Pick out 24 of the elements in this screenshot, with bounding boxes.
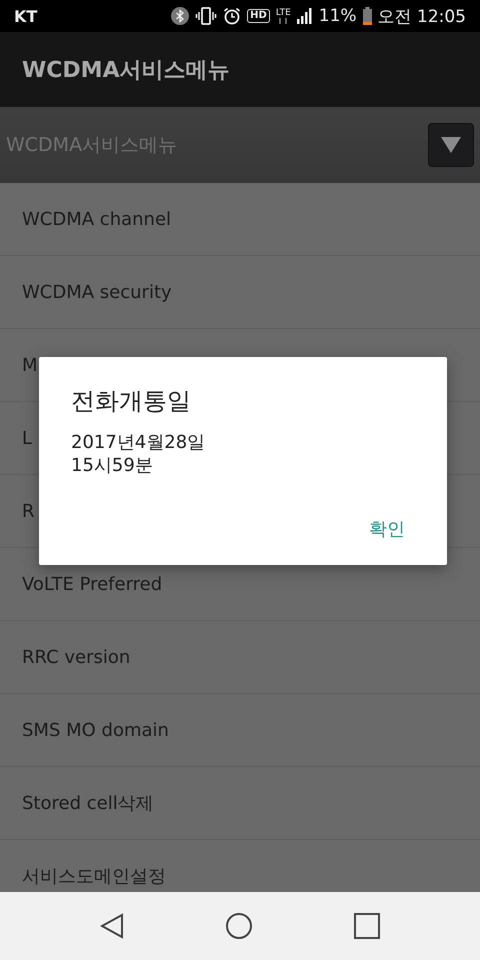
home-icon bbox=[224, 912, 253, 940]
battery-icon bbox=[362, 7, 372, 25]
bluetooth-icon bbox=[171, 7, 190, 25]
alarm-icon bbox=[223, 7, 242, 25]
ok-button[interactable]: 확인 bbox=[359, 513, 415, 545]
menu-item[interactable]: Stored cell삭제 bbox=[0, 767, 480, 840]
recents-icon bbox=[354, 913, 380, 939]
battery-percent: 11% bbox=[318, 6, 357, 26]
menu-item[interactable]: WCDMA channel bbox=[0, 183, 480, 256]
dropdown-button[interactable] bbox=[428, 123, 474, 167]
carrier-name: KT bbox=[14, 6, 38, 26]
hd-voice-icon: HD bbox=[247, 9, 270, 23]
signal-icon bbox=[296, 8, 313, 24]
dialog-text: 15시59분 bbox=[71, 454, 154, 477]
vibrate-icon bbox=[195, 7, 218, 25]
menu-item[interactable]: WCDMA security bbox=[0, 256, 480, 329]
dialog-text: 2017년4월28일 bbox=[71, 431, 206, 454]
app-title: WCDMA서비스메뉴 bbox=[22, 56, 230, 84]
menu-item[interactable]: RRC version bbox=[0, 621, 480, 694]
caret-icon bbox=[441, 137, 461, 153]
clock: 오전 12:05 bbox=[378, 6, 466, 28]
menu-item[interactable]: SMS MO domain bbox=[0, 694, 480, 767]
back-icon bbox=[100, 913, 124, 939]
dialog-title: 전화개통일 bbox=[71, 386, 192, 417]
